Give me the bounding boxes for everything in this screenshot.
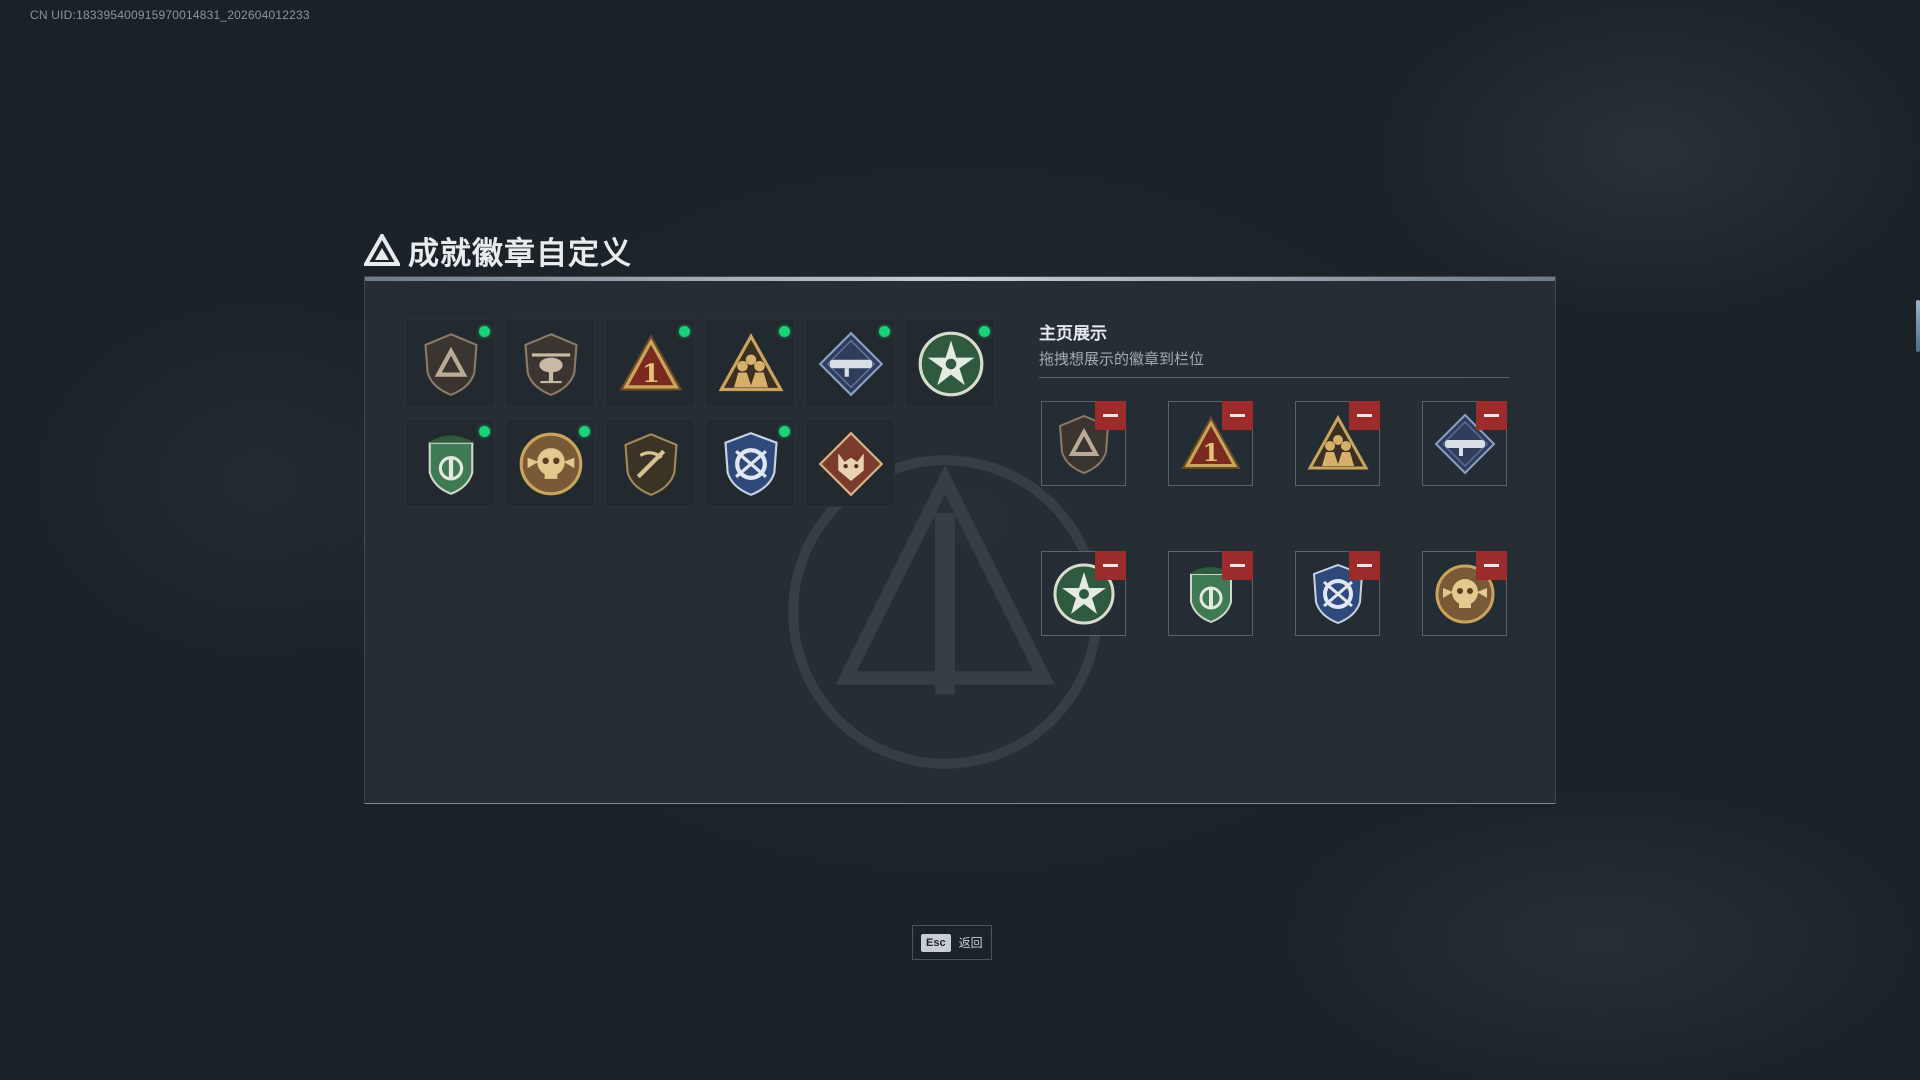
helicopter-badge-icon: [517, 330, 585, 398]
remove-badge-button[interactable]: [1476, 401, 1507, 430]
esc-key-hint: Esc: [921, 933, 951, 952]
number-one-triangle-badge-icon: [617, 330, 685, 398]
remove-badge-button[interactable]: [1349, 401, 1380, 430]
showcase-subtitle: 拖拽想展示的徽章到栏位: [1039, 351, 1205, 368]
panel-top-bar: [365, 277, 1555, 281]
uid-text: CN UID:18339540091597001483​1_2026040122…: [30, 8, 310, 22]
badge-cell[interactable]: [705, 319, 795, 407]
badge-cell[interactable]: [605, 419, 695, 507]
blue-crest-badge-icon: [717, 430, 785, 498]
showcase-slot[interactable]: [1041, 551, 1126, 636]
page-header: 成就徽章自定义: [364, 228, 632, 272]
edge-scroll-indicator: [1916, 300, 1920, 352]
launcher-diamond-badge-icon: [817, 330, 885, 398]
badge-cell[interactable]: [505, 319, 595, 407]
squad-triangle-badge-icon: [717, 330, 785, 398]
wolf-diamond-badge-icon: [817, 430, 885, 498]
badge-cell[interactable]: [705, 419, 795, 507]
badge-cell[interactable]: [805, 419, 895, 507]
green-beret-shield-badge-icon: [417, 430, 485, 498]
rifle-shield-badge-icon: [617, 430, 685, 498]
new-indicator-dot: [779, 426, 790, 437]
homepage-showcase: 主页展示 拖拽想展示的徽章到栏位: [1039, 319, 1509, 636]
badge-customize-panel: 主页展示 拖拽想展示的徽章到栏位: [364, 276, 1556, 804]
remove-badge-button[interactable]: [1349, 551, 1380, 580]
showcase-slot[interactable]: [1295, 401, 1380, 486]
badge-cell[interactable]: [605, 319, 695, 407]
back-label: 返回: [958, 936, 983, 950]
showcase-divider: [1039, 377, 1509, 378]
showcase-slot[interactable]: [1168, 551, 1253, 636]
showcase-slot[interactable]: [1041, 401, 1126, 486]
remove-badge-button[interactable]: [1222, 401, 1253, 430]
new-indicator-dot: [679, 326, 690, 337]
badge-cell[interactable]: [405, 319, 495, 407]
green-star-badge-icon: [917, 330, 985, 398]
badge-cell[interactable]: [505, 419, 595, 507]
back-button[interactable]: Esc 返回: [912, 925, 992, 960]
badge-cell[interactable]: [405, 419, 495, 507]
showcase-title: 主页展示: [1039, 324, 1107, 343]
new-indicator-dot: [479, 426, 490, 437]
remove-badge-button[interactable]: [1476, 551, 1507, 580]
showcase-slot[interactable]: [1422, 551, 1507, 636]
badge-cell[interactable]: [805, 319, 895, 407]
showcase-slot[interactable]: [1422, 401, 1507, 486]
showcase-slot[interactable]: [1168, 401, 1253, 486]
showcase-slot[interactable]: [1295, 551, 1380, 636]
skull-medallion-badge-icon: [517, 430, 585, 498]
remove-badge-button[interactable]: [1095, 551, 1126, 580]
shield-triangle-badge-icon: [417, 330, 485, 398]
panel-bottom-border: [365, 803, 1555, 804]
new-indicator-dot: [479, 326, 490, 337]
triangle-logo-icon: [364, 234, 400, 266]
new-indicator-dot: [879, 326, 890, 337]
badge-cell[interactable]: [905, 319, 995, 407]
remove-badge-button[interactable]: [1095, 401, 1126, 430]
new-indicator-dot: [779, 326, 790, 337]
new-indicator-dot: [579, 426, 590, 437]
new-indicator-dot: [979, 326, 990, 337]
remove-badge-button[interactable]: [1222, 551, 1253, 580]
page-title: 成就徽章自定义: [408, 235, 632, 271]
